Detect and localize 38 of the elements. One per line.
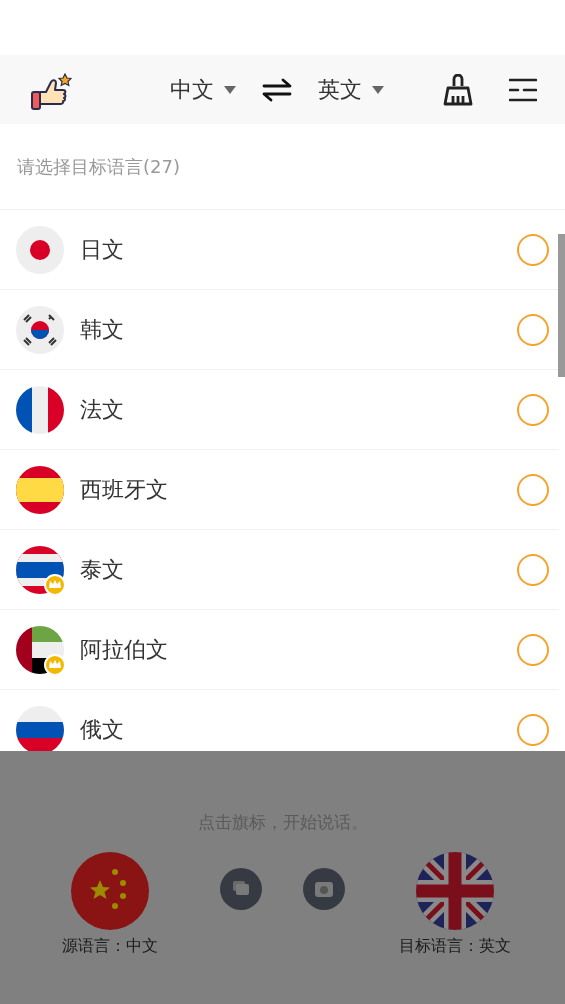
- radio-button[interactable]: [517, 233, 549, 266]
- flag-icon: [16, 305, 64, 354]
- radio-button[interactable]: [517, 713, 549, 746]
- radio-button[interactable]: [517, 633, 549, 666]
- list-title: 请选择目标语言(27): [0, 124, 565, 210]
- language-name: 日文: [80, 236, 124, 264]
- flag-icon: [16, 225, 64, 274]
- caret-icon: [372, 85, 384, 94]
- language-row[interactable]: 法文: [0, 370, 558, 450]
- radio-button[interactable]: [517, 313, 549, 346]
- broom-icon[interactable]: [443, 73, 473, 106]
- language-name: 西班牙文: [80, 476, 168, 504]
- language-name: 泰文: [80, 556, 124, 584]
- flag-icon: [16, 385, 64, 434]
- language-name: 俄文: [80, 716, 124, 744]
- language-name: 阿拉伯文: [80, 636, 168, 664]
- radio-button[interactable]: [517, 553, 549, 586]
- radio-button[interactable]: [517, 473, 549, 506]
- source-language-dropdown[interactable]: 中文: [170, 73, 236, 106]
- camera-button[interactable]: [302, 867, 345, 910]
- menu-icon[interactable]: [509, 77, 537, 102]
- source-language-label: 源语言：中文: [62, 934, 158, 957]
- language-name: 韩文: [80, 316, 124, 344]
- target-language-dropdown[interactable]: 英文: [318, 73, 384, 106]
- language-row[interactable]: 韩文: [0, 290, 558, 370]
- language-row[interactable]: 阿拉伯文: [0, 610, 558, 690]
- flag-button[interactable]: [71, 851, 149, 930]
- language-row[interactable]: 西班牙文: [0, 450, 558, 530]
- swap-icon[interactable]: [262, 77, 292, 102]
- language-name: 法文: [80, 396, 124, 424]
- flag-icon: [16, 465, 64, 514]
- language-row[interactable]: 日文: [0, 210, 558, 290]
- caret-icon: [224, 85, 236, 94]
- radio-button[interactable]: [517, 393, 549, 426]
- flag-icon: [16, 705, 64, 751]
- chat-button[interactable]: [220, 867, 263, 910]
- target-language-label: 目标语言：英文: [399, 934, 511, 957]
- language-row[interactable]: 泰文: [0, 530, 558, 610]
